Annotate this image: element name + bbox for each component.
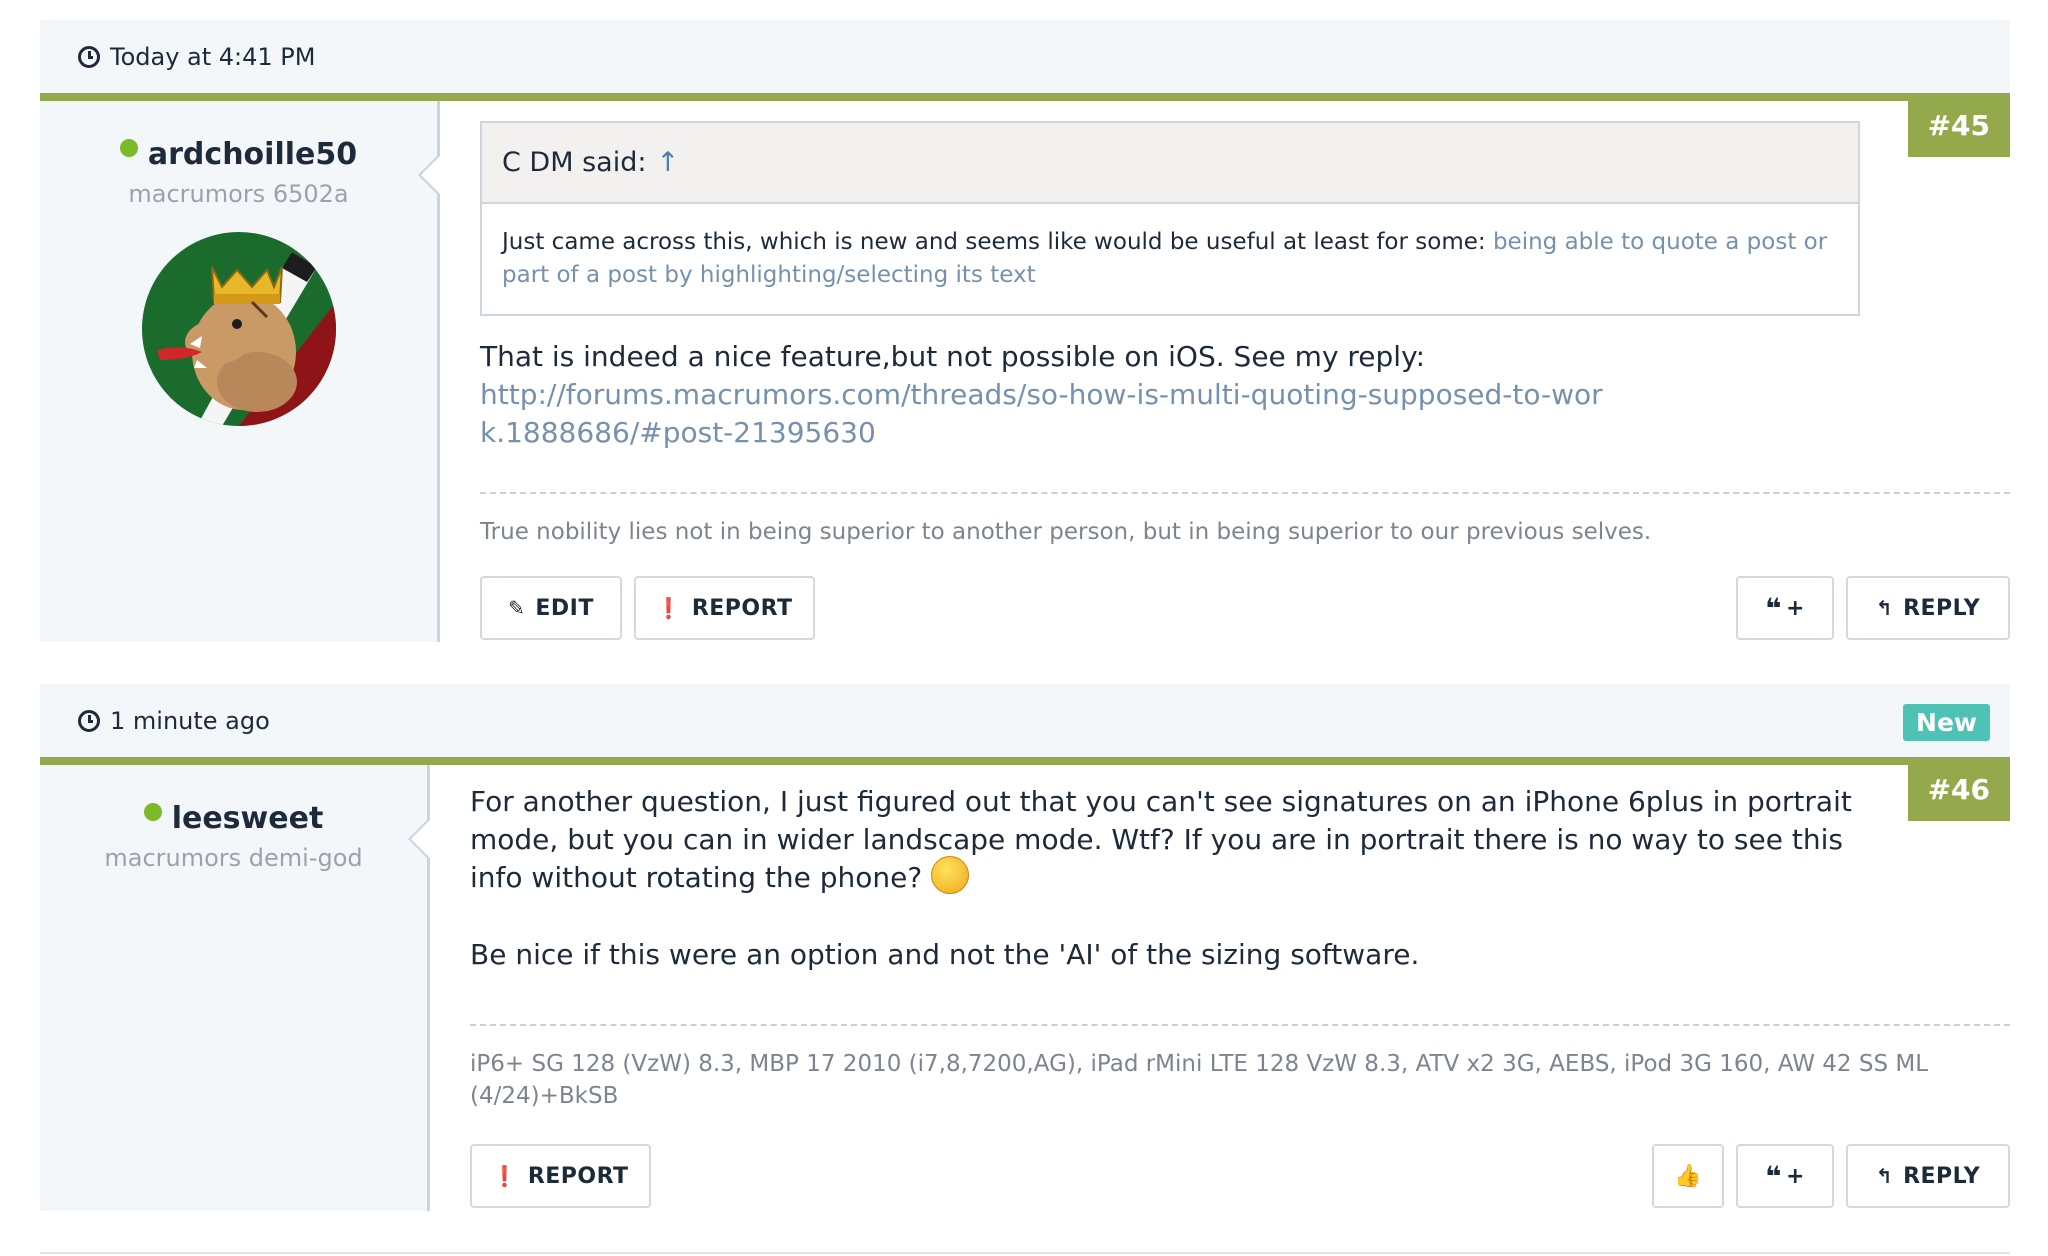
bottom-divider <box>40 1252 2010 1254</box>
online-indicator-icon <box>119 138 138 157</box>
smiley-icon <box>931 856 970 894</box>
multiquote-button[interactable]: ❝ + <box>1736 576 1834 640</box>
quote-text: Just came across this, which is new and … <box>502 229 1493 255</box>
message-body: For another question, I just figured out… <box>470 783 1870 974</box>
clock-icon <box>78 709 100 732</box>
post-number[interactable]: #45 <box>1907 101 2010 157</box>
post-actions: ❗ REPORT 👍 ❝ + ↰ REPLY <box>470 1144 2010 1208</box>
author-panel: leesweet macrumors demi-god <box>40 765 431 1211</box>
user-title: macrumors 6502a <box>128 180 349 208</box>
edit-button[interactable]: ✎ EDIT <box>480 576 622 640</box>
reply-button[interactable]: ↰ REPLY <box>1846 1144 2010 1208</box>
reply-label: REPLY <box>1903 1163 1981 1189</box>
report-label: REPORT <box>527 1163 629 1189</box>
message-link[interactable]: http://forums.macrumors.com/threads/so-h… <box>480 376 1620 452</box>
author-pointer <box>418 153 441 197</box>
post-content: #46 For another question, I just figured… <box>430 765 2010 1211</box>
report-button[interactable]: ❗ REPORT <box>470 1144 651 1208</box>
multiquote-button[interactable]: ❝ + <box>1736 1144 1834 1208</box>
clock-icon <box>78 45 100 68</box>
report-label: REPORT <box>691 595 793 621</box>
online-indicator-icon <box>143 802 162 821</box>
author-pointer <box>408 817 431 861</box>
post-timestamp[interactable]: Today at 4:41 PM <box>110 43 316 71</box>
reply-button[interactable]: ↰ REPLY <box>1846 576 2010 640</box>
author-panel: ardchoille50 macrumors 6502a <box>40 101 441 642</box>
message-body: That is indeed a nice feature,but not po… <box>480 338 1620 452</box>
signature-divider <box>470 1024 2010 1026</box>
post-46: 1 minute ago New leesweet macrumors demi… <box>40 684 2010 1211</box>
post-number[interactable]: #46 <box>1907 765 2010 821</box>
quote-icon: ❝ <box>1765 591 1782 625</box>
pencil-icon: ✎ <box>508 596 526 620</box>
message-paragraph: Be nice if this were an option and not t… <box>470 938 1420 971</box>
user-title: macrumors demi-god <box>104 844 363 872</box>
reply-label: REPLY <box>1903 595 1981 621</box>
username[interactable]: ardchoille50 <box>148 137 357 172</box>
thumbs-up-icon: 👍 <box>1674 1163 1702 1189</box>
post-divider <box>40 757 2010 765</box>
reply-icon: ↰ <box>1875 596 1894 620</box>
signature: True nobility lies not in being superior… <box>480 519 1652 545</box>
post-timestamp[interactable]: 1 minute ago <box>110 707 270 735</box>
post-divider <box>40 93 2010 101</box>
post-header: 1 minute ago New <box>40 684 2010 757</box>
quote-header: C DM said: ↑ <box>482 123 1858 204</box>
like-button[interactable]: 👍 <box>1652 1144 1724 1208</box>
report-icon: ❗ <box>492 1164 518 1188</box>
signature: iP6+ SG 128 (VzW) 8.3, MBP 17 2010 (i7,8… <box>470 1051 1929 1109</box>
edit-label: EDIT <box>535 595 594 621</box>
signature-divider <box>480 492 2010 494</box>
report-button[interactable]: ❗ REPORT <box>634 576 815 640</box>
new-badge: New <box>1903 704 1990 741</box>
multiquote-label: + <box>1786 595 1805 621</box>
avatar[interactable] <box>141 232 336 426</box>
post-actions: ✎ EDIT ❗ REPORT ❝ + ↰ REPLY <box>480 576 2010 640</box>
quote-jump-icon[interactable]: ↑ <box>656 147 679 178</box>
reply-icon: ↰ <box>1875 1164 1894 1188</box>
quote-body: Just came across this, which is new and … <box>482 204 1858 314</box>
quote-block: C DM said: ↑ Just came across this, whic… <box>480 121 1860 316</box>
multiquote-label: + <box>1786 1163 1805 1189</box>
quote-author: C DM said: <box>502 147 647 178</box>
post-45: Today at 4:41 PM ardchoille50 macrumors … <box>40 20 2010 642</box>
post-header: Today at 4:41 PM <box>40 20 2010 93</box>
post-content: #45 C DM said: ↑ Just came across this, … <box>440 101 2010 642</box>
message-text: That is indeed a nice feature,but not po… <box>480 340 1426 373</box>
username[interactable]: leesweet <box>172 801 324 836</box>
quote-icon: ❝ <box>1765 1159 1782 1193</box>
message-paragraph: For another question, I just figured out… <box>470 785 1852 894</box>
report-icon: ❗ <box>656 596 682 620</box>
